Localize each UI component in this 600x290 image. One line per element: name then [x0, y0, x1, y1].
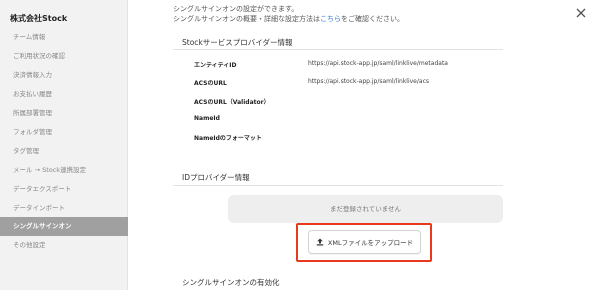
sidebar-item-payment-info[interactable]: 決済情報入力 — [0, 66, 128, 85]
enable-section-title: シングルサインオンの有効化 — [182, 278, 280, 287]
sidebar-item-other-settings[interactable]: その他設定 — [0, 236, 128, 255]
intro-prefix: シングルサインオンの概要・詳細な設定方法は — [173, 15, 320, 23]
idp-section-divider — [173, 185, 503, 186]
acs-url-label: ACSのURL — [194, 80, 227, 87]
help-link[interactable]: こちら — [320, 15, 341, 23]
acs-validator-label: ACSのURL（Validator） — [194, 99, 270, 106]
intro-text-line1: シングルサインオンの設定ができます。 — [173, 5, 299, 13]
sidebar: 株式会社Stock チーム情報 ご利用状況の確認 決済情報入力 お支払い履歴 所… — [0, 0, 128, 290]
sp-section-title: Stockサービスプロバイダー情報 — [182, 38, 293, 47]
upload-icon — [316, 238, 324, 246]
upload-button-label: XMLファイルをアップロード — [327, 239, 414, 247]
sidebar-item-sso[interactable]: シングルサインオン — [0, 217, 128, 236]
nameid-label: NameId — [194, 115, 220, 122]
sidebar-item-data-export[interactable]: データエクスポート — [0, 180, 128, 199]
entity-id-value: https://api.stock-app.jp/saml/linklive/m… — [308, 60, 448, 67]
idp-section-title: IDプロバイダー情報 — [182, 173, 250, 182]
sidebar-item-tags[interactable]: タグ管理 — [0, 142, 128, 161]
acs-url-value: https://api.stock-app.jp/saml/linklive/a… — [308, 78, 429, 85]
nameid-format-label: NameIdのフォーマット — [194, 135, 262, 142]
main-panel: シングルサインオンの設定ができます。 シングルサインオンの概要・詳細な設定方法は… — [128, 0, 600, 290]
sidebar-item-payment-history[interactable]: お支払い履歴 — [0, 85, 128, 104]
idp-empty-state: まだ登録されていません — [228, 195, 503, 223]
close-icon[interactable] — [575, 7, 587, 19]
sidebar-item-team-info[interactable]: チーム情報 — [0, 28, 128, 47]
entity-id-label: エンティティID — [194, 62, 237, 69]
company-name: 株式会社Stock — [10, 14, 68, 23]
intro-text-line2: シングルサインオンの概要・詳細な設定方法はこちらをご確認ください。 — [173, 14, 404, 24]
sidebar-item-mail-link[interactable]: メール → Stock連携設定 — [0, 161, 128, 180]
intro-suffix: をご確認ください。 — [341, 15, 404, 23]
sidebar-item-usage[interactable]: ご利用状況の確認 — [0, 47, 128, 66]
sp-section-divider — [173, 49, 503, 50]
sidebar-item-departments[interactable]: 所属部署管理 — [0, 104, 128, 123]
sidebar-item-data-import[interactable]: データインポート — [0, 199, 128, 218]
sidebar-item-folders[interactable]: フォルダ管理 — [0, 123, 128, 142]
upload-xml-button[interactable]: XMLファイルをアップロード — [308, 230, 421, 254]
